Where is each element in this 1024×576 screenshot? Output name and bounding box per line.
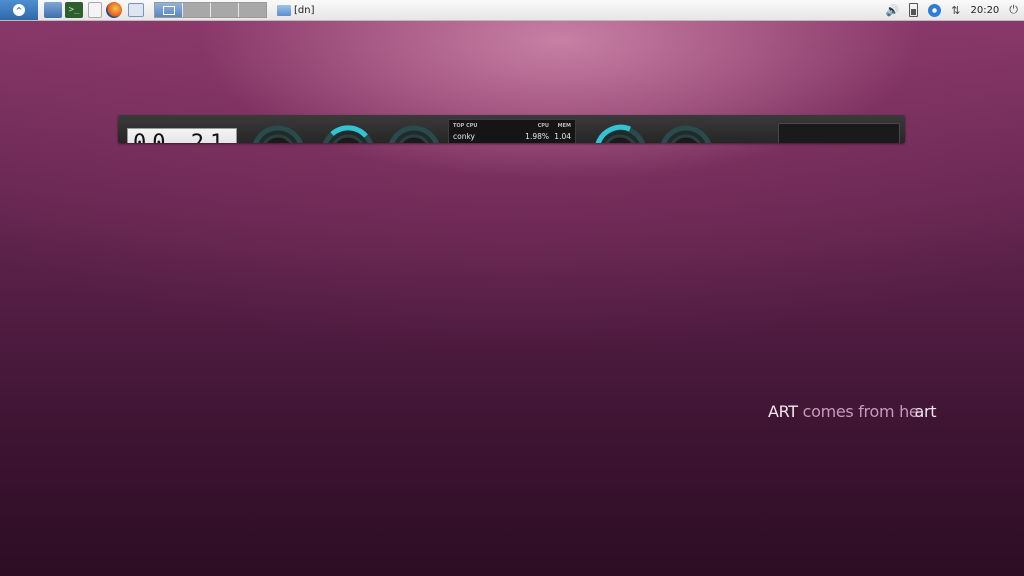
- process-row: conky 1.98% 1.04: [453, 132, 571, 141]
- window-switcher-icon[interactable]: [128, 3, 144, 17]
- battery-icon[interactable]: [909, 3, 919, 17]
- top-panel: ^ >_ [dn] 🔊 ⇅ 20:20 ⏻: [0, 0, 1024, 21]
- taskbar-item-label: [dn]: [294, 4, 315, 16]
- workspace-4[interactable]: [239, 3, 266, 17]
- firefox-icon[interactable]: [106, 2, 122, 18]
- workspace-1[interactable]: [155, 3, 183, 17]
- show-desktop-icon[interactable]: [44, 2, 62, 18]
- gauge-5: [658, 124, 714, 143]
- top-cpu-title: TOP CPU: [453, 123, 478, 129]
- application-menu-button[interactable]: ^: [0, 0, 38, 20]
- volume-icon[interactable]: 🔊: [886, 4, 900, 17]
- wallpaper-tagline: ART comes from heart: [768, 402, 937, 421]
- tagline-art-suffix: art: [914, 402, 937, 421]
- power-icon[interactable]: ⏻: [1009, 3, 1018, 17]
- mem-column-header: MEM: [557, 123, 571, 129]
- top-cpu-panel: TOP CPU CPU MEM conky 1.98% 1.04: [448, 119, 576, 143]
- tagline-middle: comes from: [802, 402, 895, 421]
- graph-panel: [778, 123, 900, 143]
- chrome-icon[interactable]: [928, 3, 942, 17]
- menu-logo-icon: ^: [13, 4, 25, 16]
- lcd-clock: 00 21: [127, 128, 237, 143]
- process-cpu: 1.98%: [525, 132, 549, 141]
- workspace-3[interactable]: [211, 3, 239, 17]
- taskbar-item[interactable]: [dn]: [273, 2, 319, 18]
- tagline-word-art: ART: [768, 402, 798, 421]
- clock[interactable]: 20:20: [970, 5, 999, 16]
- network-icon[interactable]: ⇅: [951, 4, 960, 17]
- cpu-column-header: CPU: [537, 123, 549, 129]
- terminal-icon[interactable]: >_: [65, 2, 83, 18]
- gauge-4: [592, 124, 648, 143]
- folder-icon: [277, 4, 291, 16]
- process-name: conky: [453, 132, 475, 141]
- gauge-2: [320, 124, 376, 143]
- gauge-1: [250, 124, 306, 143]
- system-tray: 🔊 ⇅ 20:20 ⏻: [886, 3, 1024, 17]
- workspace-pager: [154, 2, 267, 18]
- workspace-2[interactable]: [183, 3, 211, 17]
- process-mem: 1.04: [554, 132, 571, 141]
- conky-widget-bar: 00 21 TOP CPU CPU MEM conky 1.98% 1.04: [118, 115, 905, 143]
- text-editor-icon[interactable]: [88, 2, 102, 18]
- gauge-3: [386, 124, 442, 143]
